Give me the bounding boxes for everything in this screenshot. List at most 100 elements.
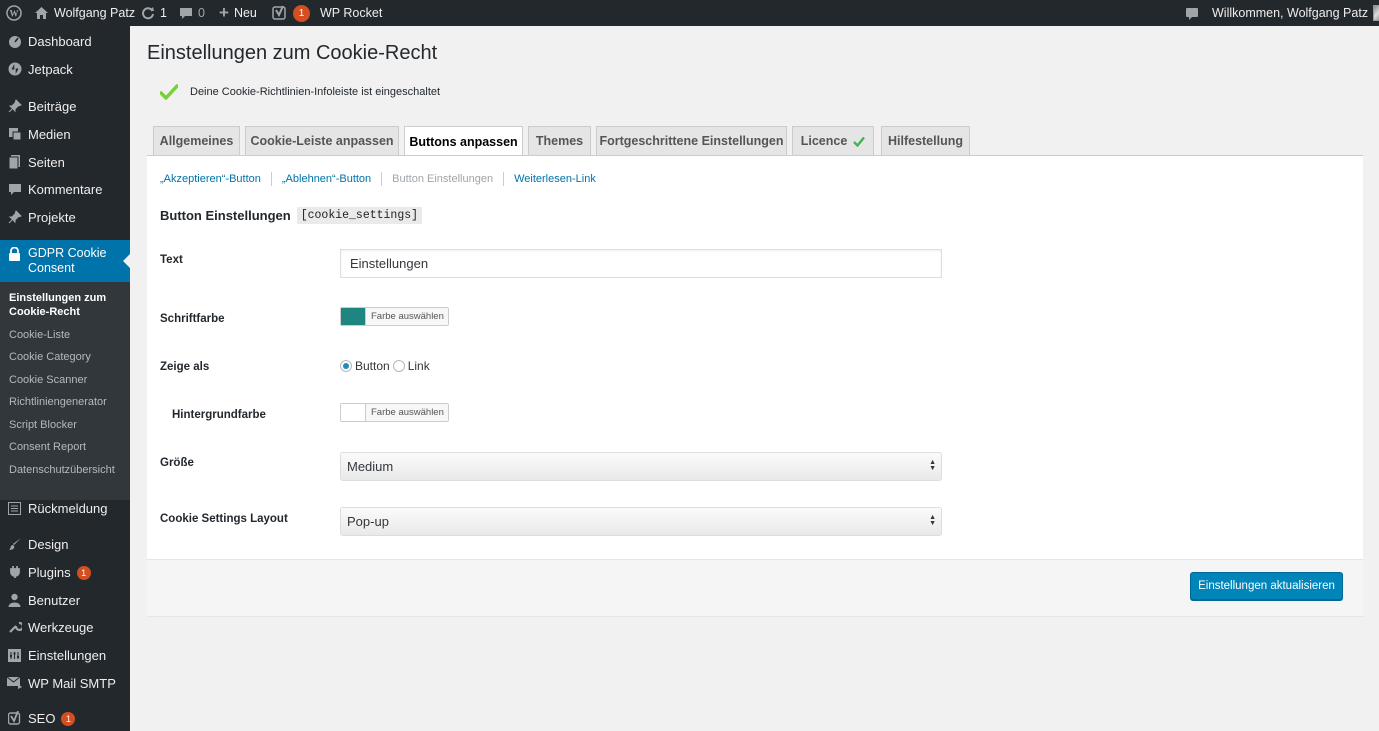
font-color-picker-label: Farbe auswählen	[371, 311, 444, 322]
wrench-icon	[7, 620, 22, 635]
yoast-link[interactable]: 1	[272, 0, 310, 26]
avatar	[1373, 5, 1379, 21]
page-icon	[7, 155, 22, 170]
tab-customise-buttons[interactable]: Buttons anpassen	[404, 126, 523, 156]
refresh-icon	[142, 7, 154, 20]
size-select[interactable]: Medium ▲ ▼	[340, 452, 942, 481]
font-color-picker[interactable]: Farbe auswählen	[340, 307, 449, 326]
sidebar-item-label: Dashboard	[28, 33, 92, 49]
submenu-item-cookie-category[interactable]: Cookie Category	[9, 350, 127, 364]
sidebar-item-label: Einstellungen	[28, 647, 107, 663]
tab-licence[interactable]: Licence	[792, 126, 874, 155]
show-as-button-radio[interactable]	[340, 360, 352, 372]
tab-label: Allgemeines	[159, 134, 234, 148]
sidebar-item-label: Werkzeuge	[28, 619, 94, 635]
sidebar-item-label: Seiten	[28, 154, 65, 170]
button-text-input[interactable]: Einstellungen	[340, 249, 942, 278]
background-color-label: Hintergrundfarbe	[172, 409, 266, 421]
sidebar-item-label: GDPR Cookie Consent	[28, 246, 107, 275]
comment-icon	[7, 182, 22, 197]
shortcode: [cookie_settings]	[296, 207, 423, 224]
subnav-separator	[503, 172, 505, 186]
tab-label: Themes	[535, 134, 584, 148]
select-arrows-icon: ▲ ▼	[929, 514, 936, 527]
section-title: Button Einstellungen	[160, 208, 291, 223]
updates-link[interactable]: 1	[141, 0, 167, 26]
comments-link[interactable]: 0	[179, 0, 205, 26]
radio-selected-dot	[343, 363, 349, 369]
wordpress-logo-icon[interactable]: W	[6, 0, 22, 26]
tab-general[interactable]: Allgemeines	[153, 126, 240, 155]
plugins-update-badge: 1	[76, 565, 91, 580]
submenu-item-consent-report[interactable]: Consent Report	[9, 440, 127, 454]
subnav-accept-button[interactable]: „Akzeptieren“-Button	[160, 173, 261, 185]
lock-icon	[7, 246, 22, 261]
show-as-link-radio[interactable]	[392, 360, 405, 372]
sidebar-item-label: Design	[28, 536, 69, 552]
yoast-icon	[272, 5, 286, 20]
subnav-reject-button[interactable]: „Ablehnen“-Button	[282, 173, 371, 185]
subnav-read-more-link[interactable]: Weiterlesen-Link	[514, 173, 596, 185]
tab-help[interactable]: Hilfestellung	[881, 126, 970, 155]
submenu-item-policy-generator[interactable]: Richtliniengenerator	[9, 395, 127, 409]
sidebar-item-label: WP Mail SMTP	[28, 675, 116, 691]
cookie-settings-layout-label: Cookie Settings Layout	[160, 513, 288, 525]
background-color-picker[interactable]: Farbe auswählen	[340, 403, 449, 422]
background-color-picker-label: Farbe auswählen	[371, 407, 444, 418]
button-subnav: „Akzeptieren“-Button „Ablehnen“-Button B…	[160, 172, 596, 186]
comment-icon	[180, 7, 192, 19]
submenu-item-script-blocker[interactable]: Script Blocker	[9, 418, 127, 432]
sidebar-item-label: SEO 1	[28, 710, 76, 726]
svg-text:W: W	[10, 9, 19, 19]
submenu-item-cookie-list[interactable]: Cookie-Liste	[9, 328, 127, 342]
seo-label: SEO	[28, 710, 56, 726]
account-menu[interactable]: Willkommen, Wolfgang Patz	[1212, 0, 1379, 26]
tab-label: Cookie-Leiste anpassen	[250, 134, 394, 148]
submenu-item-privacy-overview[interactable]: Datenschutzübersicht	[9, 463, 119, 477]
tab-label: Fortgeschrittene Einstellungen	[599, 134, 784, 148]
show-as-radio-group: Button Link	[340, 359, 430, 373]
subnav-separator	[270, 172, 272, 186]
sidebar-item-label: Projekte	[28, 209, 76, 225]
site-name: Wolfgang Patz	[54, 6, 136, 20]
checkmark-icon	[160, 84, 178, 100]
checkmark-icon	[853, 136, 866, 147]
show-as-link-label: Link	[407, 359, 430, 373]
jetpack-icon	[7, 62, 22, 77]
section-heading: Button Einstellungen [cookie_settings]	[160, 207, 423, 224]
cookie-settings-layout-select[interactable]: Pop-up ▲ ▼	[340, 507, 942, 536]
sidebar-item-label: Benutzer	[28, 592, 81, 608]
plugin-icon	[7, 565, 22, 580]
wp-rocket-label: WP Rocket	[320, 6, 383, 20]
submenu-item-cookie-law-settings[interactable]: Einstellungen zum Cookie-Recht	[9, 291, 127, 319]
tab-advanced-settings[interactable]: Fortgeschrittene Einstellungen	[596, 126, 787, 155]
settings-icon	[7, 648, 22, 663]
media-icon	[7, 127, 22, 142]
tab-themes[interactable]: Themes	[528, 126, 591, 155]
dashboard-icon	[7, 34, 22, 49]
new-content-link[interactable]: + Neu	[219, 0, 257, 26]
subnav-separator	[381, 172, 383, 186]
notice-text: Deine Cookie-Richtlinien-Infoleiste ist …	[190, 86, 441, 98]
sidebar-item-gdpr-cookie-consent[interactable]: GDPR Cookie Consent	[0, 240, 130, 282]
tab-customise-cookie-bar[interactable]: Cookie-Leiste anpassen	[245, 126, 399, 155]
site-name-link[interactable]: Wolfgang Patz	[34, 0, 135, 26]
yoast-badge: 1	[293, 4, 310, 22]
show-as-button-label: Button	[355, 359, 390, 373]
settings-footer: Einstellungen aktualisieren	[147, 559, 1363, 617]
size-selected-value: Medium	[347, 459, 394, 474]
tab-label: Licence	[800, 134, 848, 148]
feedback-icon	[7, 501, 22, 516]
updates-count: 1	[160, 6, 167, 20]
sidebar-item-label: Rückmeldung	[28, 500, 108, 516]
update-settings-button[interactable]: Einstellungen aktualisieren	[1190, 572, 1343, 600]
background-color-swatch	[341, 404, 366, 421]
notification-icon[interactable]	[1185, 0, 1199, 26]
show-as-label: Zeige als	[160, 361, 210, 373]
yoast-icon	[7, 711, 22, 726]
wp-rocket-link[interactable]: WP Rocket	[320, 0, 382, 26]
admin-bar: W Wolfgang Patz 1 0 + Neu 1 WP Rocket Wi…	[0, 0, 1379, 26]
settings-panel: „Akzeptieren“-Button „Ablehnen“-Button B…	[147, 155, 1363, 559]
submenu-item-cookie-scanner[interactable]: Cookie Scanner	[9, 373, 127, 387]
sidebar-item-label: Beiträge	[28, 98, 77, 114]
